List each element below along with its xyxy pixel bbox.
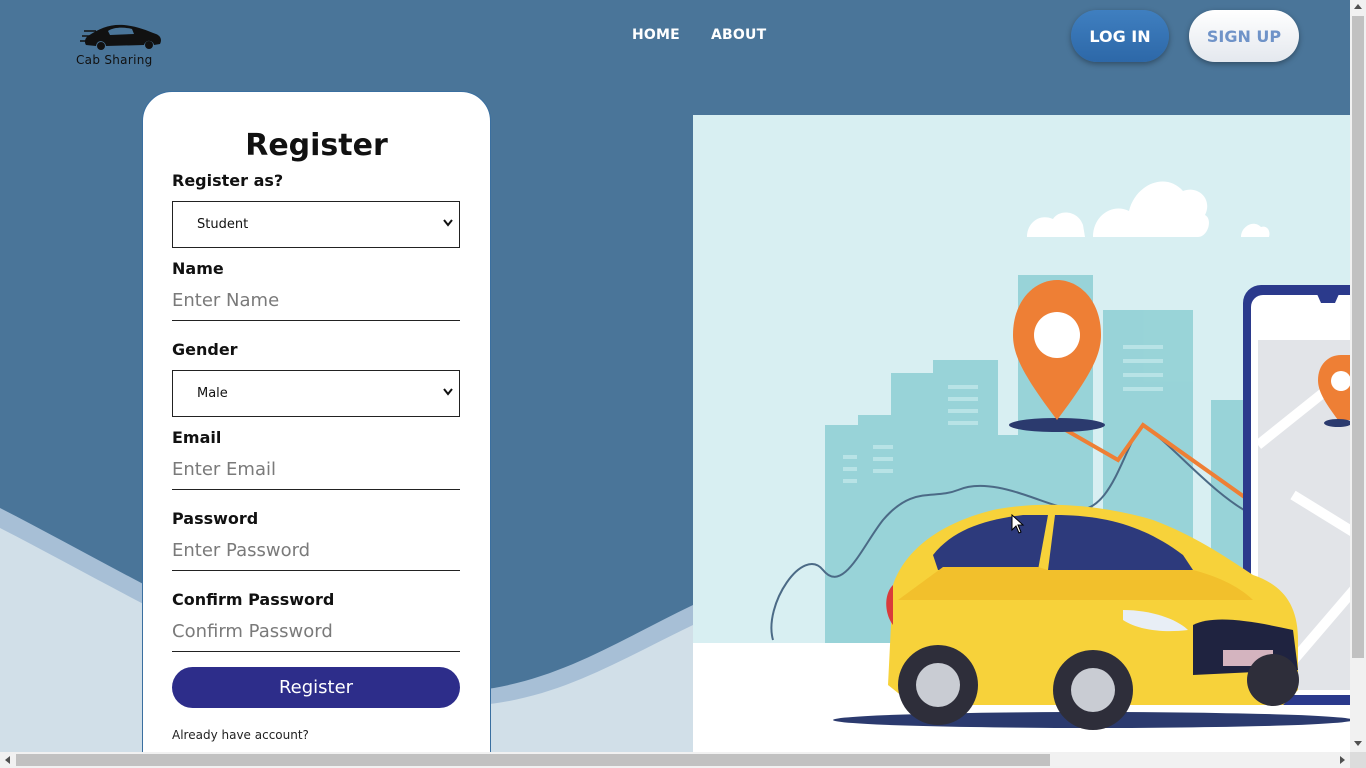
brand-logo[interactable]: Cab Sharing [74,18,166,72]
email-input[interactable] [172,450,460,490]
already-have-account-text: Already have account? [172,728,309,742]
gender-value: Male [197,386,228,401]
register-submit-button[interactable]: Register [172,667,460,708]
mouse-cursor-icon [1011,514,1025,534]
nav-home-link[interactable]: HOME [632,27,680,43]
password-input[interactable] [172,531,460,571]
confirm-password-input[interactable] [172,612,460,652]
gender-label: Gender [172,340,238,359]
chevron-down-icon [443,388,453,396]
password-label: Password [172,509,259,528]
vertical-scrollbar[interactable] [1350,0,1366,752]
register-as-select[interactable]: Student [172,201,460,248]
nav-about-link[interactable]: ABOUT [711,27,766,43]
scroll-up-icon[interactable] [1354,4,1362,9]
brand-name: Cab Sharing [76,53,153,67]
name-input[interactable] [172,281,460,321]
login-button[interactable]: LOG IN [1071,10,1169,62]
taxi-illustration [693,115,1350,752]
car-logo-icon [80,24,161,50]
scrollbar-corner [1350,752,1366,768]
horizontal-scroll-thumb[interactable] [16,754,1050,766]
vertical-scroll-thumb[interactable] [1352,16,1364,658]
page-viewport: Cab Sharing HOME ABOUT LOG IN SIGN UP Re… [0,0,1350,752]
cloud-icon [1027,181,1270,237]
register-as-value: Student [197,217,249,232]
scroll-right-icon[interactable] [1340,756,1345,764]
taxi-scene-image [693,181,1350,752]
email-label: Email [172,428,222,447]
chevron-down-icon [443,219,453,227]
gender-select[interactable]: Male [172,370,460,417]
horizontal-scrollbar[interactable] [0,752,1350,768]
register-card: Register Register as? Student Name Gende… [142,91,491,752]
name-label: Name [172,259,224,278]
confirm-password-label: Confirm Password [172,590,335,609]
register-as-label: Register as? [172,171,284,190]
scroll-left-icon[interactable] [5,756,10,764]
register-title: Register [245,128,388,163]
signup-button[interactable]: SIGN UP [1189,10,1299,62]
scroll-down-icon[interactable] [1354,741,1362,746]
